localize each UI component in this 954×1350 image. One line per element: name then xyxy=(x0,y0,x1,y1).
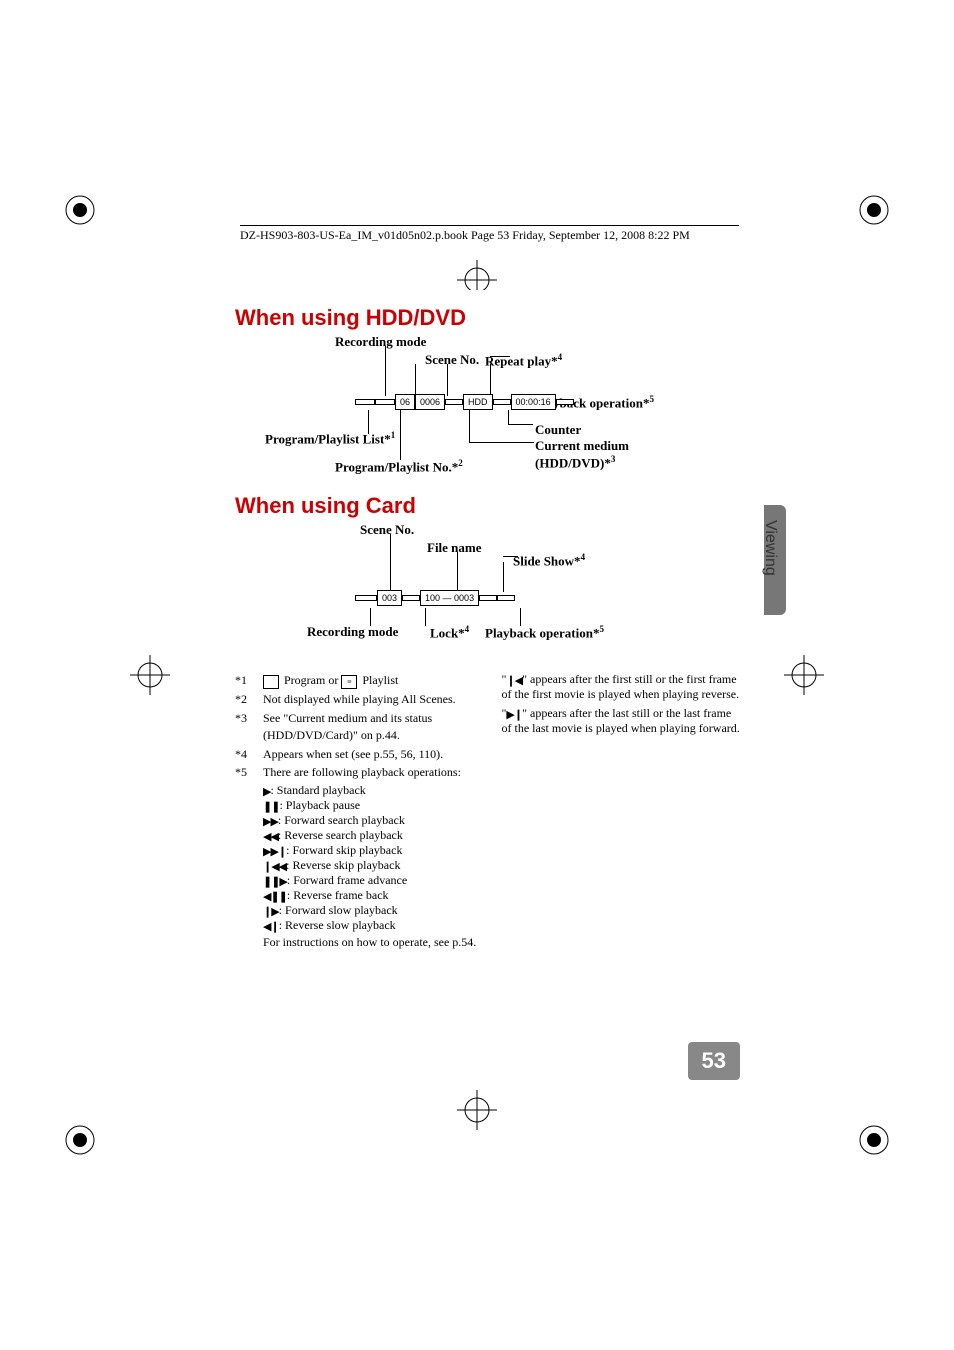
playback-icon: ❚❚▶ xyxy=(263,875,287,888)
label-repeat-play: Repeat play*4 xyxy=(485,352,562,369)
crop-mark xyxy=(854,1120,894,1160)
skip-back-icon: ❙◀ xyxy=(506,674,522,687)
playback-icon: ◀❚❚ xyxy=(263,890,287,903)
crop-mark xyxy=(854,190,894,230)
playback-operation-item: ❚❚: Playback pause xyxy=(263,798,478,813)
footnotes: *1 Program or ≡ Playlist *2Not displayed… xyxy=(235,672,744,950)
label-scene-no-2: Scene No. xyxy=(360,522,414,538)
heading-hdd-dvd: When using HDD/DVD xyxy=(235,306,744,330)
footnote-label: *3 xyxy=(235,710,255,744)
label-slide-show: Slide Show*4 xyxy=(513,552,585,569)
playback-icon: ▶▶ xyxy=(263,815,278,828)
program-icon xyxy=(263,675,279,689)
crop-mark xyxy=(130,655,170,695)
footnote-reverse-end: "❙◀" appears after the first still or th… xyxy=(502,672,745,702)
footnote-instructions: For instructions on how to operate, see … xyxy=(235,935,478,950)
playback-icon: ◀❙ xyxy=(263,920,279,933)
footnote-label: *2 xyxy=(235,691,255,708)
footnote-label: *5 xyxy=(235,764,255,781)
label-counter: Counter xyxy=(535,422,581,438)
label-recording-mode-2: Recording mode xyxy=(307,624,398,640)
playback-operation-item: ❙▶: Forward slow playback xyxy=(263,903,478,918)
playback-icon: ❚❚ xyxy=(263,800,279,813)
footnote-label: *1 xyxy=(235,672,255,689)
playback-operation-item: ▶▶: Forward search playback xyxy=(263,813,478,828)
footnote-forward-end: "▶❙" appears after the last still or the… xyxy=(502,706,745,736)
page-number: 53 xyxy=(688,1042,740,1080)
label-file-name: File name xyxy=(427,540,482,556)
playback-operation-item: ◀❚❚: Reverse frame back xyxy=(263,888,478,903)
status-bar-card: 003 100 — 0003 xyxy=(355,590,515,606)
diagram-card: Scene No. File name Slide Show*4 Recordi… xyxy=(235,522,744,652)
skip-forward-icon: ▶❙ xyxy=(506,708,522,721)
playback-icon: ▶▶❙ xyxy=(263,845,286,858)
playback-operation-item: ▶: Standard playback xyxy=(263,783,478,798)
playback-operation-item: ◀◀: Reverse search playback xyxy=(263,828,478,843)
page-body: Viewing When using HDD/DVD Recording mod… xyxy=(215,290,764,1090)
playback-operation-item: ▶▶❙: Forward skip playback xyxy=(263,843,478,858)
label-program-playlist-list: Program/Playlist List*1 xyxy=(265,430,395,447)
heading-card: When using Card xyxy=(235,494,744,518)
label-recording-mode: Recording mode xyxy=(335,334,426,350)
playback-icon: ❙▶ xyxy=(263,905,279,918)
label-scene-no: Scene No. xyxy=(425,352,479,368)
playback-operation-item: ◀❙: Reverse slow playback xyxy=(263,918,478,933)
playlist-icon: ≡ xyxy=(341,675,357,689)
playback-operation-item: ❙◀◀: Reverse skip playback xyxy=(263,858,478,873)
crop-mark xyxy=(60,190,100,230)
page-header: DZ-HS903-803-US-Ea_IM_v01d05n02.p.book P… xyxy=(240,225,739,243)
status-bar-hdd: 06 0006 HDD 00:00:16 xyxy=(355,394,574,410)
playback-icon: ❙◀◀ xyxy=(263,860,286,873)
label-program-playlist-no: Program/Playlist No.*2 xyxy=(335,458,463,475)
label-lock: Lock*4 xyxy=(430,624,469,641)
label-current-medium: Current medium (HDD/DVD)*3 xyxy=(535,438,675,471)
crop-mark xyxy=(784,655,824,695)
playback-icon: ◀◀ xyxy=(263,830,278,843)
diagram-hdd-dvd: Recording mode Scene No. Repeat play*4 P… xyxy=(235,334,744,484)
footnote-label: *4 xyxy=(235,746,255,763)
label-playback-operation-2: Playback operation*5 xyxy=(485,624,604,641)
crop-mark xyxy=(60,1120,100,1160)
crop-mark xyxy=(457,1090,497,1130)
playback-operation-item: ❚❚▶: Forward frame advance xyxy=(263,873,478,888)
